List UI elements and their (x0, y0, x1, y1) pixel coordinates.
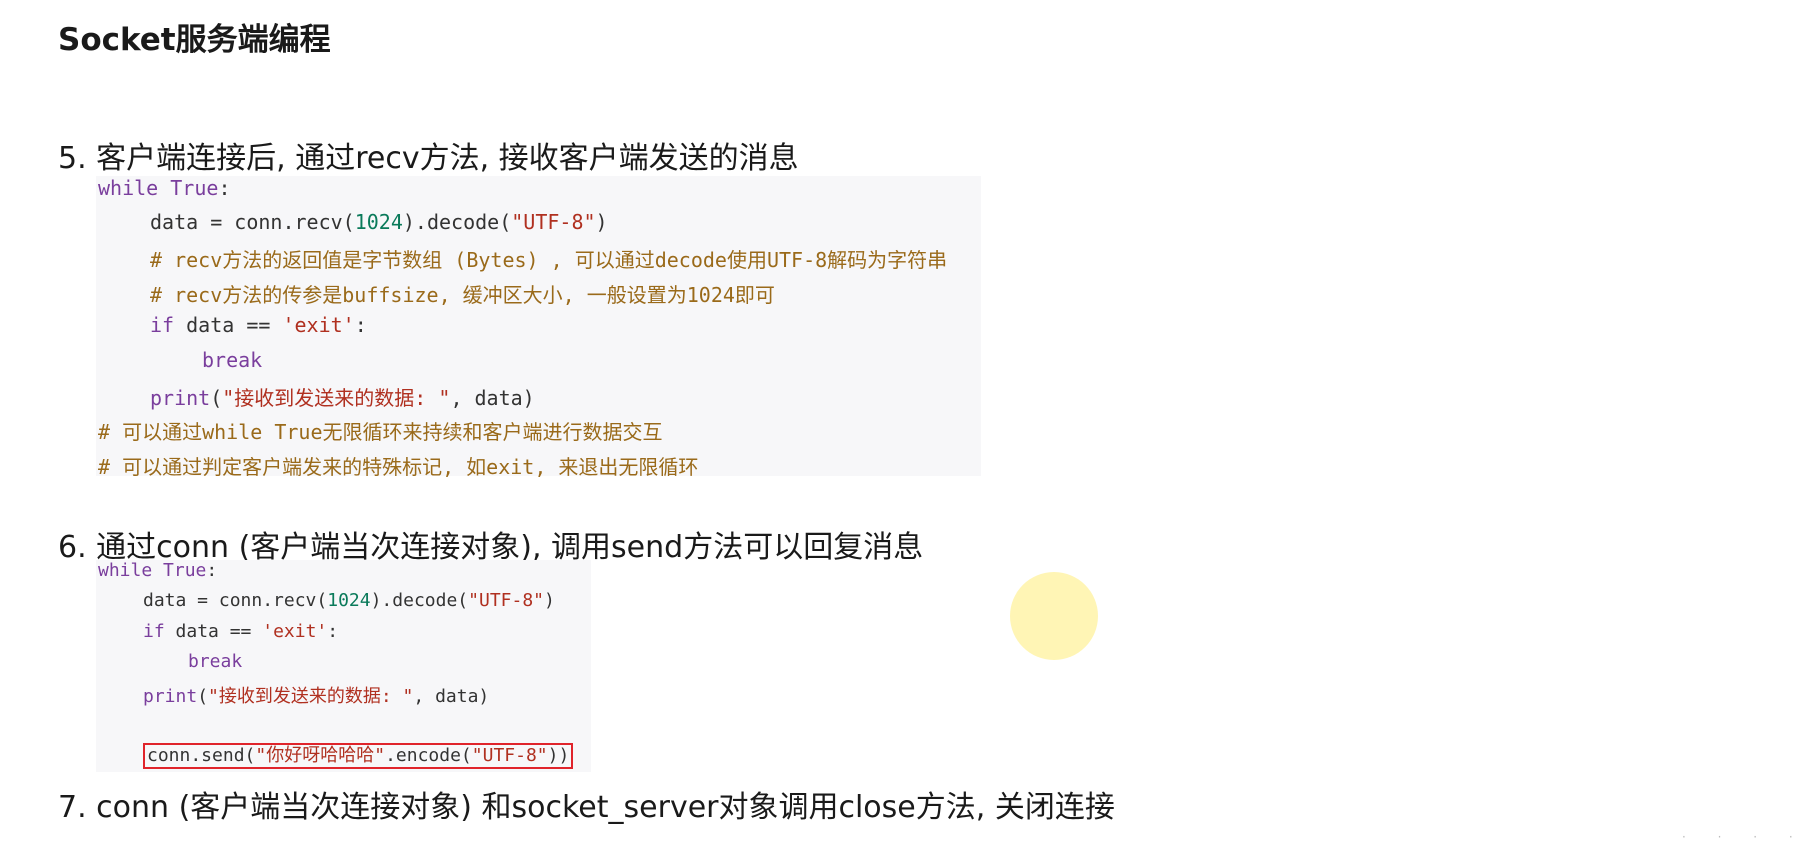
code-text: , data) (450, 386, 535, 410)
code-text: ( (210, 386, 223, 410)
code1-line-6: break (202, 348, 263, 372)
code-block-recv: while True: data = conn.recv(1024).decod… (96, 176, 981, 479)
string-literal: 'exit' (262, 621, 328, 642)
code-text: ).decode( (370, 590, 469, 611)
code-text: : (327, 621, 339, 642)
code-text: data == (174, 313, 283, 337)
keyword: while (98, 560, 153, 581)
string-literal: "UTF-8" (468, 590, 544, 611)
string-literal: "你好呀哈哈哈" (255, 745, 386, 766)
function-name: print (143, 686, 198, 707)
code2-line-4: break (188, 651, 243, 672)
code-text: conn.send( (147, 745, 256, 766)
code-block-send: while True: data = conn.recv(1024).decod… (96, 560, 591, 772)
code1-comment-2: # recv方法的传参是buffsize, 缓冲区大小, 一般设置为1024即可 (150, 283, 775, 307)
keyword: if (143, 621, 165, 642)
string-literal: "UTF-8" (471, 745, 548, 766)
code-text: : (206, 560, 218, 581)
code-text: ( (197, 686, 209, 707)
code-text: )) (547, 745, 570, 766)
number-literal: 1024 (354, 210, 403, 234)
step-5-text: 5. 客户端连接后, 通过recv方法, 接收客户端发送的消息 (58, 141, 799, 176)
code-text: data = conn.recv( (150, 210, 355, 234)
keyword: if (150, 313, 175, 337)
code-text: , data) (413, 686, 490, 707)
number-literal: 1024 (327, 590, 371, 611)
code-text: : (354, 313, 367, 337)
code-text: .encode( (385, 745, 472, 766)
code-text: data = conn.recv( (143, 590, 328, 611)
send-code-highlight: conn.send("你好呀哈哈哈".encode("UTF-8")) (143, 743, 574, 769)
code1-comment-4: # 可以通过判定客户端发来的特殊标记, 如exit, 来退出无限循环 (98, 455, 699, 479)
function-name: print (150, 386, 211, 410)
string-literal: "UTF-8" (511, 210, 596, 234)
string-literal: 'exit' (282, 313, 355, 337)
code-text: data == (164, 621, 263, 642)
keyword: True (163, 560, 207, 581)
code2-line-1: while True: (98, 560, 217, 581)
string-literal: "接收到发送来的数据: " (222, 386, 451, 410)
code1-line-2: data = conn.recv(1024).decode("UTF-8") (150, 210, 608, 234)
keyword: while (98, 176, 159, 200)
code1-comment-1: # recv方法的返回值是字节数组 (Bytes) , 可以通过decode使用… (150, 248, 948, 272)
code-text: ) (595, 210, 608, 234)
code1-line-7: print("接收到发送来的数据: ", data) (150, 382, 535, 411)
code-text: : (218, 176, 231, 200)
code1-comment-3: # 可以通过while True无限循环来持续和客户端进行数据交互 (98, 420, 663, 444)
page-title: Socket服务端编程 (58, 22, 331, 58)
code2-line-3: if data == 'exit': (143, 621, 338, 642)
cursor-highlight-circle (1010, 572, 1098, 660)
watermark-dots: · · · · (1682, 830, 1807, 844)
code1-line-5: if data == 'exit': (150, 313, 367, 337)
step-7-text: 7. conn (客户端当次连接对象) 和socket_server对象调用cl… (58, 790, 1115, 825)
code-text: ) (544, 590, 555, 611)
code2-line-2: data = conn.recv(1024).decode("UTF-8") (143, 590, 555, 611)
code2-line-5: print("接收到发送来的数据: ", data) (143, 682, 489, 708)
string-literal: "接收到发送来的数据: " (208, 686, 414, 707)
code-text: ).decode( (402, 210, 512, 234)
keyword: True (170, 176, 219, 200)
code1-line-1: while True: (98, 176, 230, 200)
